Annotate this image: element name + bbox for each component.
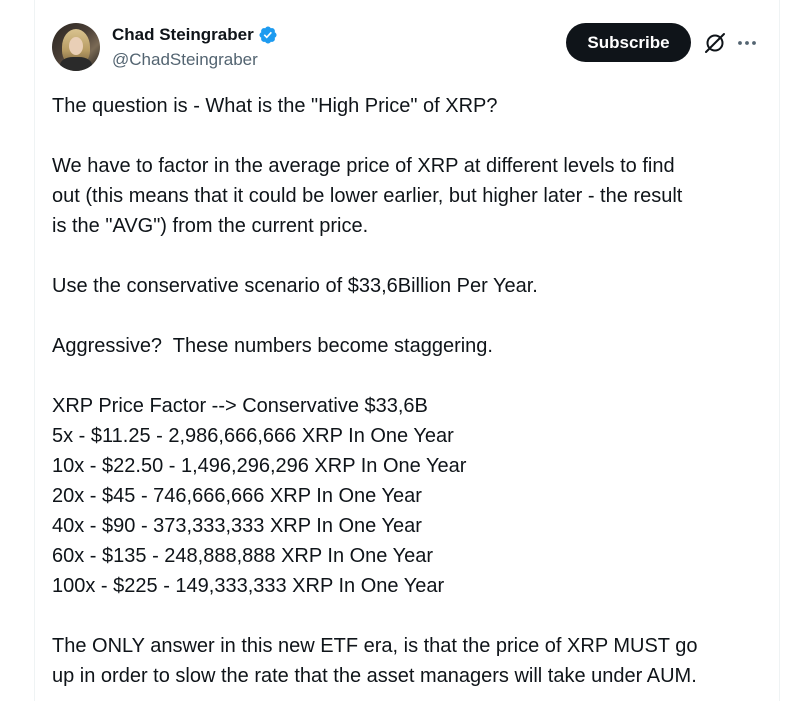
subscribe-button[interactable]: Subscribe — [566, 23, 691, 62]
tweet-line: 60x - $135 - 248,888,888 XRP In One Year — [52, 545, 434, 567]
tweet-line: 10x - $22.50 - 1,496,296,296 XRP In One … — [52, 455, 467, 477]
author-name-row: Chad Steingraber — [112, 24, 278, 46]
tweet-line: XRP Price Factor --> Conservative $33,6B — [52, 395, 428, 417]
author-handle[interactable]: @ChadSteingraber — [112, 49, 258, 71]
tweet-line: up in order to slow the rate that the as… — [52, 665, 697, 687]
avatar[interactable] — [52, 23, 100, 71]
tweet-text: The question is - What is the "High Pric… — [52, 91, 772, 691]
tweet-line: 100x - $225 - 149,333,333 XRP In One Yea… — [52, 575, 445, 597]
tweet-line: 20x - $45 - 746,666,666 XRP In One Year — [52, 485, 422, 507]
tweet-line: out (this means that it could be lower e… — [52, 185, 683, 207]
avatar-body — [60, 57, 92, 71]
avatar-face — [69, 37, 83, 55]
tweet-line: The question is - What is the "High Pric… — [52, 95, 498, 117]
tweet-line: 5x - $11.25 - 2,986,666,666 XRP In One Y… — [52, 425, 454, 447]
grok-icon[interactable] — [703, 31, 727, 55]
verified-badge-icon[interactable] — [258, 25, 278, 45]
tweet-line: is the "AVG") from the current price. — [52, 215, 369, 237]
author-display-name[interactable]: Chad Steingraber — [112, 24, 254, 46]
more-options-icon[interactable] — [736, 33, 758, 53]
tweet-line: We have to factor in the average price o… — [52, 155, 675, 177]
tweet-line: The ONLY answer in this new ETF era, is … — [52, 635, 698, 657]
tweet-line: 40x - $90 - 373,333,333 XRP In One Year — [52, 515, 422, 537]
tweet-line: Aggressive? These numbers become stagger… — [52, 335, 493, 357]
tweet-line: Use the conservative scenario of $33,6Bi… — [52, 275, 538, 297]
